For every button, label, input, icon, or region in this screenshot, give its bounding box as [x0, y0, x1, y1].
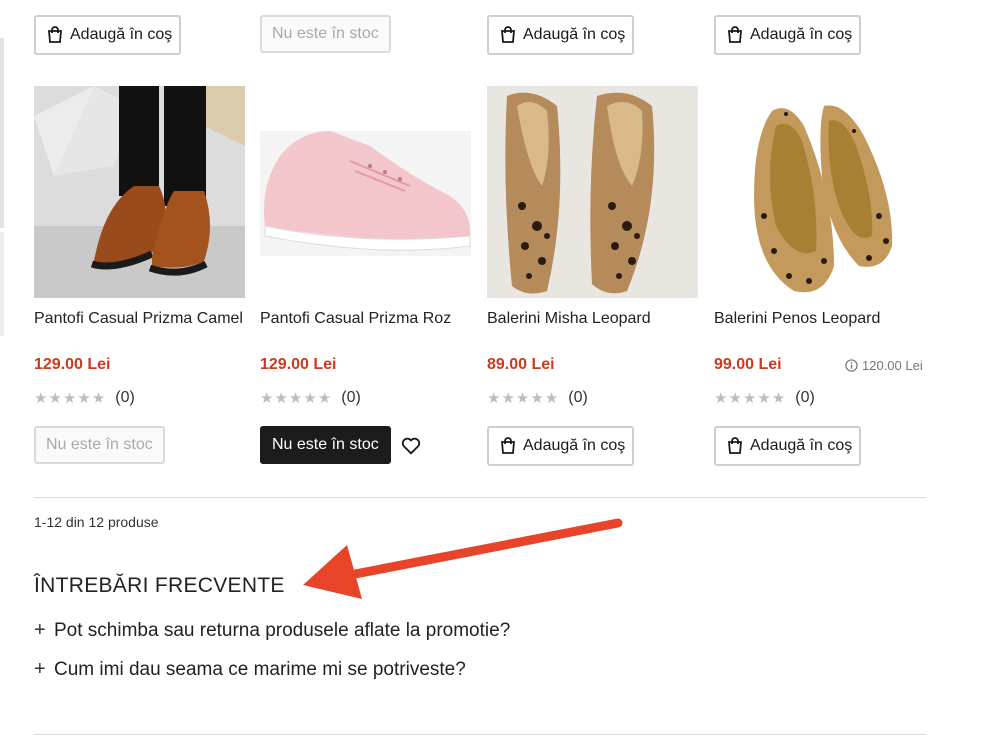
shopping-bag-icon [501, 437, 515, 454]
star-icon: ★ [77, 389, 91, 407]
faq-question[interactable]: Cum imi dau seama ce marime mi se potriv… [54, 659, 466, 681]
faq-item[interactable]: + Pot schimba sau returna produsele afla… [34, 619, 510, 642]
rating-count: (0) [568, 389, 588, 406]
product-image[interactable] [487, 86, 698, 298]
product-name[interactable]: Balerini Penos Leopard [714, 310, 880, 328]
product-name[interactable]: Balerini Misha Leopard [487, 310, 651, 328]
add-to-cart-label: Adaugă în coş [523, 26, 626, 43]
add-to-cart-button[interactable]: Adaugă în coş [487, 426, 634, 466]
star-icon: ★ [91, 389, 106, 407]
out-of-stock-button[interactable]: Nu este în stoc [260, 15, 391, 53]
product-image[interactable] [714, 86, 925, 298]
arrow-annotation [303, 518, 623, 599]
star-icon: ★ [34, 389, 48, 407]
add-to-cart-label: Adaugă în coş [750, 437, 853, 454]
out-of-stock-label: Nu este în stoc [272, 436, 379, 453]
info-icon[interactable] [845, 359, 858, 372]
star-icon: ★ [487, 389, 501, 407]
product-card: Pantofi Casual Prizma Roz 129.00 Lei ★ ★ ★… [260, 86, 472, 406]
rating-stars: ★ ★ ★ ★ ★ [34, 391, 105, 406]
plus-icon[interactable]: + [34, 658, 46, 681]
rating-stars: ★ ★ ★ ★ ★ [487, 391, 558, 406]
star-icon: ★ [303, 389, 317, 407]
star-icon: ★ [515, 389, 530, 407]
shopping-bag-icon [728, 437, 742, 454]
product-rating: ★ ★ ★ ★ ★ (0) [487, 389, 588, 407]
out-of-stock-label: Nu este în stoc [46, 436, 153, 453]
plus-icon[interactable]: + [34, 619, 46, 642]
star-icon: ★ [274, 389, 288, 407]
faq-question[interactable]: Pot schimba sau returna produsele aflate… [54, 620, 510, 642]
add-to-cart-label: Adaugă în coş [523, 437, 626, 454]
old-price: 120.00 Lei [845, 358, 923, 373]
product-image[interactable] [34, 86, 245, 298]
star-icon: ★ [771, 389, 786, 407]
product-rating: ★ ★ ★ ★ ★ (0) [714, 389, 815, 407]
faq-title: ÎNTREBĂRI FRECVENTE [34, 574, 285, 597]
star-icon: ★ [530, 389, 544, 407]
star-icon: ★ [260, 389, 274, 407]
add-to-cart-button[interactable]: Adaugă în coş [714, 426, 861, 466]
product-rating: ★ ★ ★ ★ ★ (0) [34, 389, 135, 407]
star-icon: ★ [48, 389, 62, 407]
star-icon: ★ [757, 389, 771, 407]
add-to-cart-button[interactable]: Adaugă în coş [34, 15, 181, 55]
rating-count: (0) [795, 389, 815, 406]
star-icon: ★ [728, 389, 742, 407]
product-name[interactable]: Pantofi Casual Prizma Camel [34, 310, 243, 328]
star-icon: ★ [544, 389, 559, 407]
product-card: Balerini Penos Leopard 99.00 Lei 120.00 … [714, 86, 926, 406]
add-to-cart-label: Adaugă în coş [750, 26, 853, 43]
product-card: Pantofi Casual Prizma Camel 129.00 Lei ★… [34, 86, 246, 406]
left-edge-strip [0, 232, 4, 336]
shopping-bag-icon [728, 26, 742, 43]
shopping-bag-icon [48, 26, 62, 43]
star-icon: ★ [317, 389, 332, 407]
out-of-stock-label: Nu este în stoc [272, 25, 379, 42]
product-price: 129.00 Lei [34, 356, 111, 373]
faq-item[interactable]: + Cum imi dau seama ce marime mi se potr… [34, 658, 466, 681]
star-icon: ★ [62, 389, 77, 407]
star-icon: ★ [288, 389, 303, 407]
product-price: 89.00 Lei [487, 356, 555, 373]
product-card: Balerini Misha Leopard 89.00 Lei ★ ★ ★ ★ ★ (… [487, 86, 699, 406]
star-icon: ★ [501, 389, 515, 407]
star-icon: ★ [742, 389, 757, 407]
product-count: 1-12 din 12 produse [34, 514, 159, 530]
star-icon: ★ [714, 389, 728, 407]
product-rating: ★ ★ ★ ★ ★ (0) [260, 389, 361, 407]
product-price: 129.00 Lei [260, 356, 337, 373]
product-price: 99.00 Lei [714, 356, 782, 373]
rating-stars: ★ ★ ★ ★ ★ [714, 391, 785, 406]
out-of-stock-button-hover[interactable]: Nu este în stoc [260, 426, 391, 464]
rating-count: (0) [341, 389, 361, 406]
product-name[interactable]: Pantofi Casual Prizma Roz [260, 310, 451, 328]
shopping-bag-icon [501, 26, 515, 43]
section-divider [34, 497, 926, 498]
add-to-cart-label: Adaugă în coş [70, 26, 173, 43]
out-of-stock-button[interactable]: Nu este în stoc [34, 426, 165, 464]
old-price-value: 120.00 Lei [862, 358, 923, 373]
heart-icon[interactable] [400, 435, 422, 457]
add-to-cart-button[interactable]: Adaugă în coş [714, 15, 861, 55]
rating-stars: ★ ★ ★ ★ ★ [260, 391, 331, 406]
rating-count: (0) [115, 389, 135, 406]
add-to-cart-button[interactable]: Adaugă în coş [487, 15, 634, 55]
product-image[interactable] [260, 86, 471, 298]
left-edge-strip [0, 38, 4, 228]
section-divider [34, 734, 926, 735]
